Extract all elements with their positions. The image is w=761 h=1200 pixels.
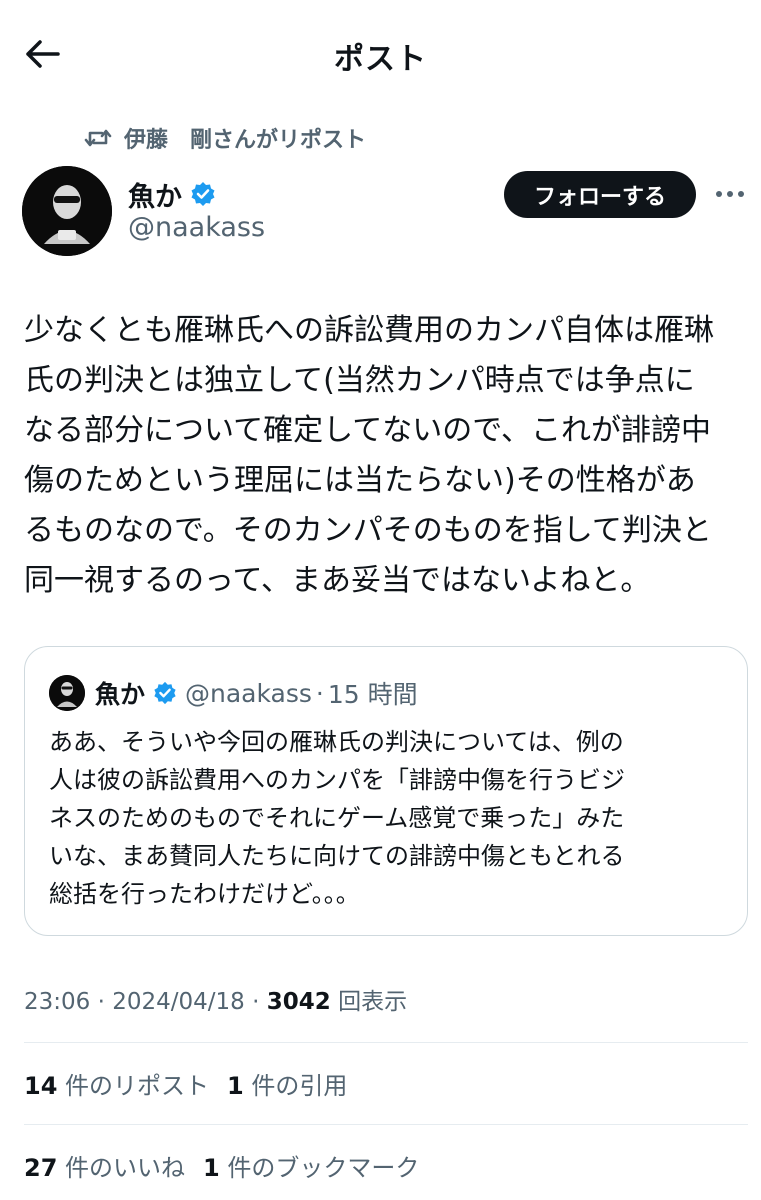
likes-label: 件のいいね xyxy=(57,1154,186,1182)
quoted-tweet-text: ああ、そういや今回の雁琳氏の判決については、例の 人は彼の訴訟費用へのカンパを「… xyxy=(49,723,729,913)
bookmarks-stat[interactable]: 1 件のブックマーク xyxy=(203,1148,419,1183)
quoted-line: 人は彼の訴訟費用へのカンパを「誹謗中傷を行うビジ xyxy=(49,766,625,794)
reposts-label: 件のリポスト xyxy=(57,1072,210,1100)
tweet-line: 同一視するのって、まあ妥当ではないよねと。 xyxy=(24,563,651,598)
tweet-text: 少なくとも雁琳氏への訴訟費用のカンパ自体は雁琳 氏の判決とは独立して(当然カンパ… xyxy=(24,306,750,606)
quoted-author-handle: @naakass xyxy=(185,678,312,708)
divider xyxy=(24,1042,748,1043)
separator-dot: · xyxy=(90,989,113,1015)
author-handle[interactable]: @naakass xyxy=(128,212,265,243)
quoted-line: いな、まあ賛同人たちに向けての誹謗中傷ともとれる xyxy=(49,842,625,870)
divider xyxy=(24,1124,748,1125)
reposts-stat[interactable]: 14 件のリポスト xyxy=(24,1066,209,1101)
quotes-stat[interactable]: 1 件の引用 xyxy=(227,1066,347,1101)
tweet-line: るものなので。そのカンパそのものを指して判決と xyxy=(24,513,712,548)
more-button[interactable] xyxy=(708,178,752,210)
more-horizontal-icon xyxy=(716,191,744,197)
quoted-avatar xyxy=(49,675,85,711)
quoted-tweet-card[interactable]: 魚か @naakass · 15 時間 ああ、そういや今回の雁琳氏の判決について… xyxy=(24,646,748,936)
tweet-date[interactable]: 2024/04/18 xyxy=(112,989,245,1015)
quoted-timestamp: 15 時間 xyxy=(327,680,418,709)
quoted-line: ああ、そういや今回の雁琳氏の判決については、例の xyxy=(49,728,624,756)
verified-badge-icon xyxy=(153,681,177,705)
follow-button[interactable]: フォローする xyxy=(504,171,696,218)
quoted-line: 総括を行ったわけだけど。。。 xyxy=(49,880,360,908)
author-name-row[interactable]: 魚か xyxy=(128,172,216,216)
quotes-label: 件の引用 xyxy=(243,1072,348,1100)
view-count: 3042 xyxy=(266,989,331,1015)
repost-icon xyxy=(84,129,112,147)
bookmarks-label: 件のブックマーク xyxy=(219,1154,420,1182)
verified-badge-icon xyxy=(190,181,216,207)
repost-indicator[interactable]: 伊藤 剛さんがリポスト xyxy=(84,120,366,156)
tweet-line: 少なくとも雁琳氏への訴訟費用のカンパ自体は雁琳 xyxy=(24,313,714,348)
quotes-count: 1 xyxy=(227,1072,244,1100)
tweet-meta: 23:06 · 2024/04/18 · 3042 回表示 xyxy=(24,982,407,1016)
likes-stat[interactable]: 27 件のいいね xyxy=(24,1148,185,1183)
tweet-line: 傷のためという理屈には当たらない)その性格があ xyxy=(24,463,696,498)
header-bar: ポスト xyxy=(0,0,761,106)
quoted-author-name: 魚か xyxy=(95,680,146,709)
repost-text: 伊藤 剛さんがリポスト xyxy=(124,128,367,153)
page-title: ポスト xyxy=(334,42,427,77)
stats-row-reposts: 14 件のリポスト 1 件の引用 xyxy=(24,1066,365,1101)
avatar[interactable] xyxy=(22,166,112,256)
separator-dot: · xyxy=(244,989,267,1015)
likes-count: 27 xyxy=(24,1154,58,1182)
tweet-line: なる部分について確定してないので、これが誹謗中 xyxy=(24,413,711,448)
quoted-tweet-header: 魚か @naakass · 15 時間 xyxy=(49,675,418,711)
tweet-line: 氏の判決とは独立して(当然カンパ時点では争点に xyxy=(24,363,695,398)
stats-row-likes: 27 件のいいね 1 件のブックマーク xyxy=(24,1148,437,1183)
bookmarks-count: 1 xyxy=(203,1154,220,1182)
reposts-count: 14 xyxy=(24,1072,58,1100)
tweet-time[interactable]: 23:06 xyxy=(24,989,90,1015)
author-name[interactable]: 魚か xyxy=(128,175,182,214)
view-label: 回表示 xyxy=(330,989,408,1015)
separator-dot: · xyxy=(315,678,324,708)
quoted-line: ネスのためのものでそれにゲーム感覚で乗った」みた xyxy=(49,804,625,832)
avatar-image xyxy=(22,166,112,256)
